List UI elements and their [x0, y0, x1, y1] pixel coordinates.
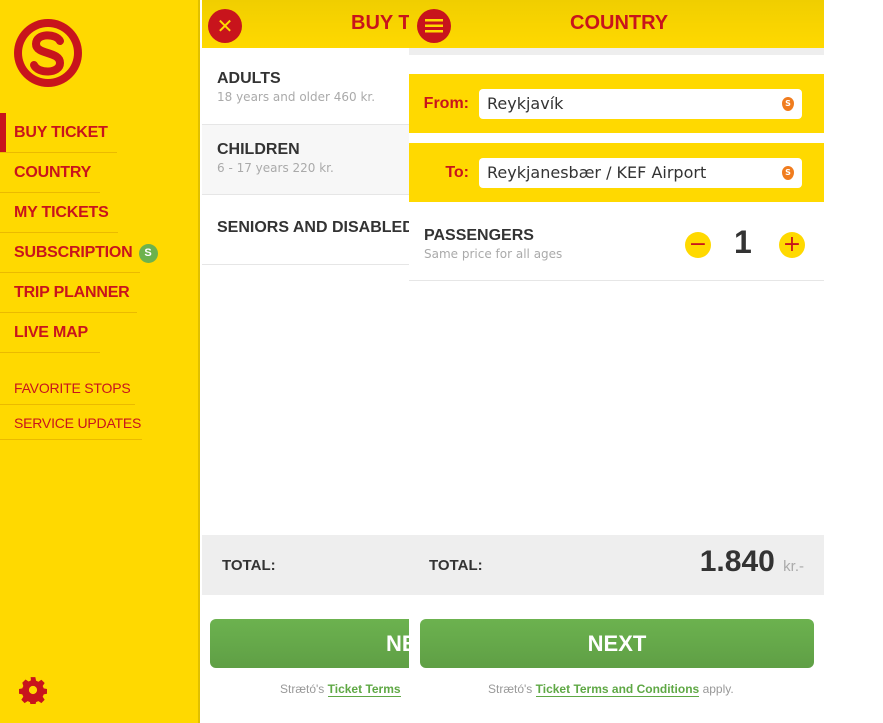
ticket-subtitle: 18 years and older 460 kr. [217, 90, 376, 104]
next-button[interactable]: NEXT [420, 619, 814, 668]
page-title: BUY T [351, 12, 409, 34]
from-label: From: [423, 94, 469, 112]
sidebar-item-country[interactable]: COUNTRY [0, 153, 100, 193]
passengers-subtitle: Same price for all ages [424, 247, 563, 261]
country-panel: COUNTRY From: Reykjavík S To: Reykjanesbæ… [409, 0, 824, 723]
menu-icon[interactable] [417, 9, 451, 43]
total-label: TOTAL: [429, 556, 483, 574]
ticket-title: CHILDREN [217, 141, 300, 158]
terms-text: Strætó's Ticket Terms and Conditions app… [488, 682, 734, 697]
terms-link[interactable]: Ticket Terms and Conditions [535, 682, 700, 697]
terms-text: Strætó's Ticket Terms [280, 682, 401, 697]
sidebar-item-subscription[interactable]: SUBSCRIPTION S [0, 233, 158, 273]
decrement-button[interactable]: − [685, 232, 711, 258]
sidebar-item-label: SERVICE UPDATES [14, 414, 142, 431]
ticket-title: SENIORS AND DISABLED [217, 219, 409, 236]
terms-prefix: Strætó's [280, 682, 328, 696]
ticket-row-seniors[interactable]: SENIORS AND DISABLED [202, 195, 409, 265]
sidebar-item-label: LIVE MAP [14, 324, 88, 341]
sidebar: BUY TICKET COUNTRY MY TICKETS SUBSCRIPTI… [0, 0, 200, 723]
strato-logo [14, 19, 82, 87]
terms-link[interactable]: Ticket Terms [327, 682, 401, 697]
passenger-count: 1 [734, 224, 752, 260]
total-bar: TOTAL: 1.840 kr.- [409, 535, 824, 595]
subscription-badge: S [138, 243, 158, 263]
to-input[interactable]: Reykjanesbær / KEF Airport S [479, 157, 802, 188]
page-title: COUNTRY [570, 12, 669, 34]
total-amount-value: 1.840 [699, 545, 775, 578]
terms-prefix: Strætó's [488, 682, 536, 696]
sidebar-item-live-map[interactable]: LIVE MAP [0, 313, 100, 353]
sidebar-item-trip-planner[interactable]: TRIP PLANNER [0, 273, 137, 313]
gear-icon[interactable] [19, 676, 47, 704]
to-row: To: Reykjanesbær / KEF Airport S [409, 143, 824, 202]
header: ✕ BUY T [202, 0, 409, 48]
close-icon[interactable]: ✕ [208, 9, 242, 43]
ticket-subtitle: 6 - 17 years 220 kr. [217, 161, 334, 175]
from-value: Reykjavík [487, 94, 564, 113]
sidebar-item-label: SUBSCRIPTION [14, 244, 133, 261]
total-bar: TOTAL: [202, 535, 409, 595]
sidebar-item-buy-ticket[interactable]: BUY TICKET [0, 113, 117, 153]
sidebar-item-label: FAVORITE STOPS [14, 379, 131, 396]
ticket-row-adults[interactable]: ADULTS 18 years and older 460 kr. [202, 55, 409, 125]
from-row: From: Reykjavík S [409, 74, 824, 133]
header: COUNTRY [409, 0, 824, 48]
buy-ticket-panel: ✕ BUY T ADULTS 18 years and older 460 kr… [202, 0, 409, 723]
location-pin-icon[interactable]: S [782, 165, 794, 180]
to-label: To: [445, 163, 469, 181]
divider [409, 48, 824, 55]
sidebar-item-label: BUY TICKET [14, 124, 108, 141]
total-amount: 1.840 kr.- [700, 545, 804, 579]
location-pin-icon[interactable]: S [782, 96, 794, 111]
sidebar-item-service-updates[interactable]: SERVICE UPDATES [0, 405, 142, 440]
increment-button[interactable]: + [779, 232, 805, 258]
sidebar-item-label: MY TICKETS [14, 204, 109, 221]
terms-suffix: apply. [699, 682, 734, 696]
sidebar-item-label: TRIP PLANNER [14, 284, 130, 301]
total-label: TOTAL: [222, 556, 276, 574]
to-value: Reykjanesbær / KEF Airport [487, 163, 707, 182]
sidebar-item-label: COUNTRY [14, 164, 92, 181]
from-input[interactable]: Reykjavík S [479, 88, 802, 119]
ticket-title: ADULTS [217, 70, 281, 87]
next-button[interactable]: NE [210, 619, 409, 668]
sidebar-item-favorite-stops[interactable]: FAVORITE STOPS [0, 370, 135, 405]
sidebar-item-my-tickets[interactable]: MY TICKETS [0, 193, 118, 233]
ticket-row-children[interactable]: CHILDREN 6 - 17 years 220 kr. [202, 125, 409, 195]
total-unit: kr.- [783, 558, 804, 575]
active-indicator [0, 113, 6, 153]
passengers-row: PASSENGERS Same price for all ages [409, 205, 824, 281]
passengers-title: PASSENGERS [424, 227, 534, 244]
